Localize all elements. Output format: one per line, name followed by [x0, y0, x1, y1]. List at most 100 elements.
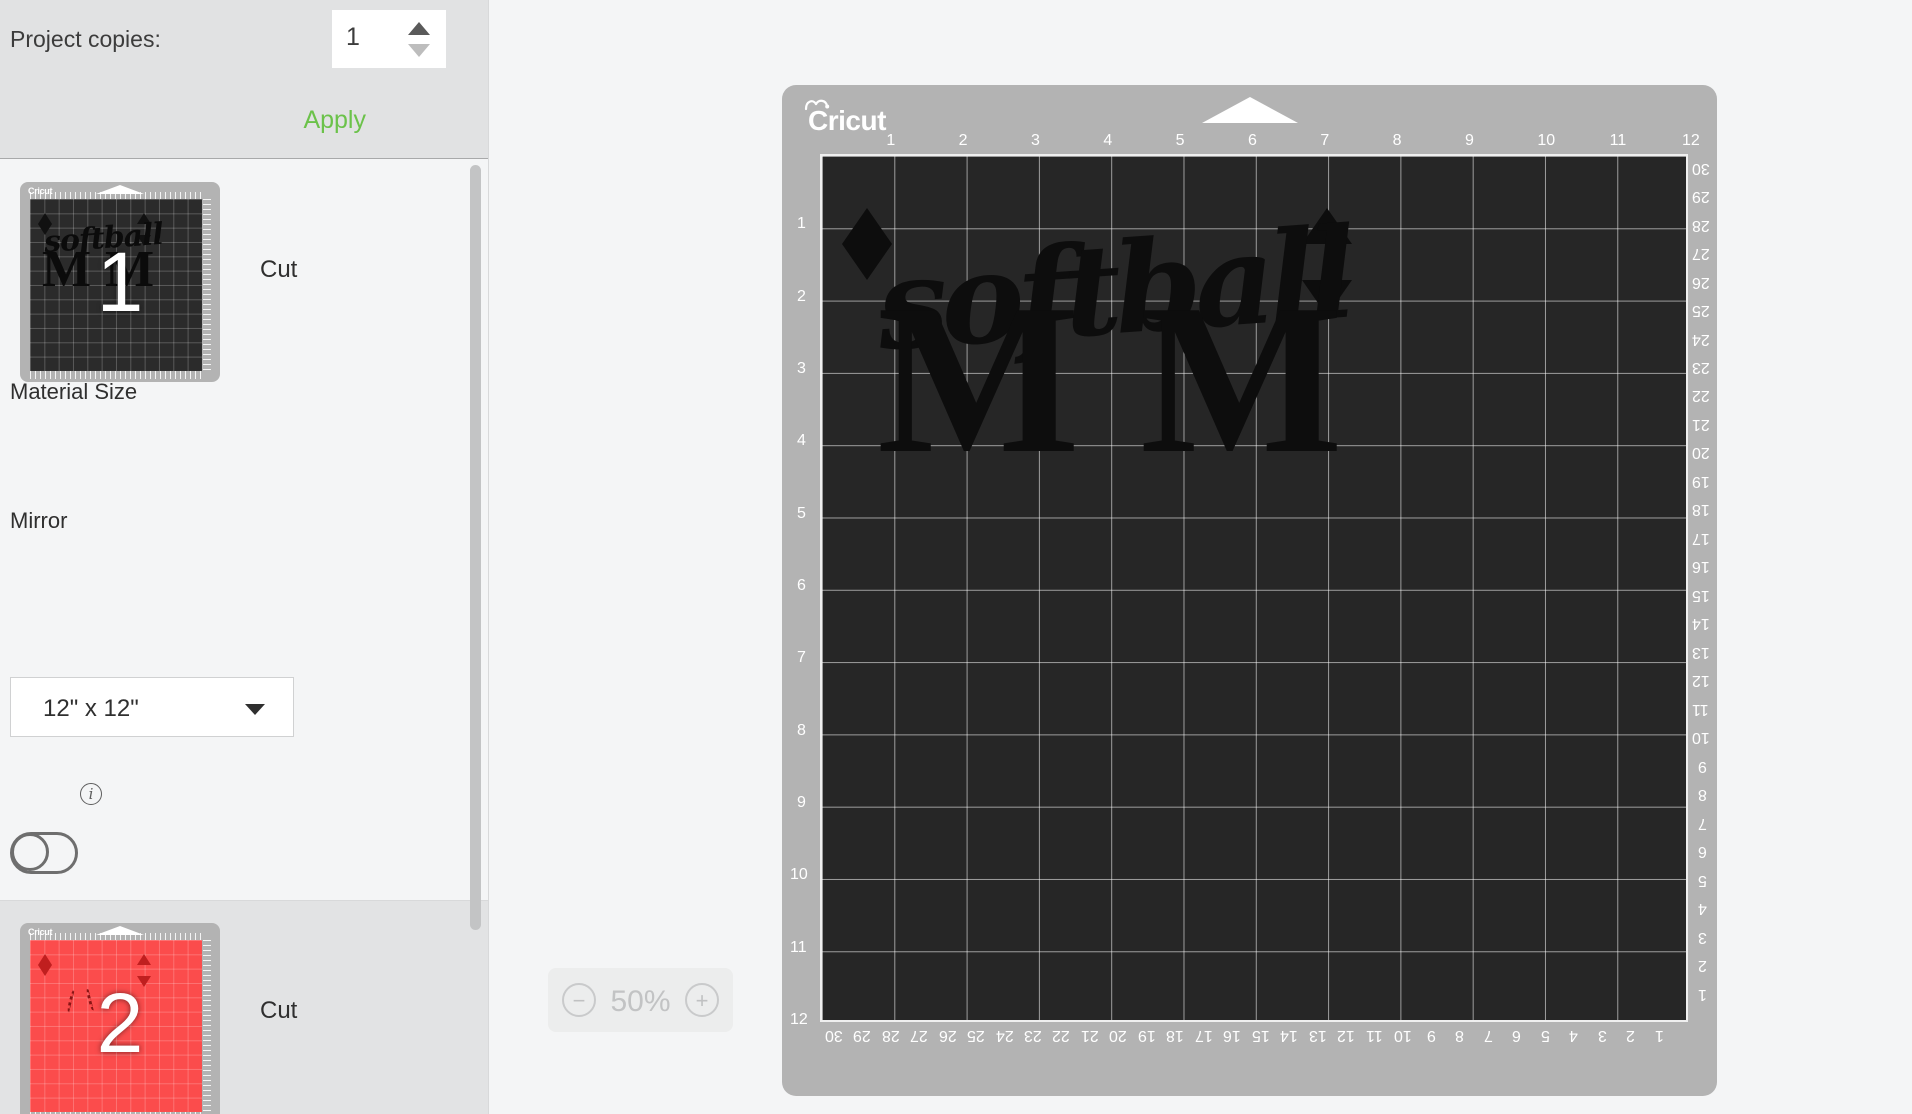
cutting-mat[interactable]: Cricut 1 2 3 4 5 6 7 8 9 10 11 12 1 2 3 4 5 6 7 8 9 10 11 12 3… [782, 85, 1717, 1096]
ruler-tick-top: 6 [1248, 132, 1257, 149]
thumb-diamond-left-bottom [38, 965, 52, 976]
ruler-tick-bottom: 4 [1569, 1027, 1578, 1044]
ruler-tick-left: 4 [797, 432, 806, 450]
ruler-tick-right: 29 [1692, 188, 1710, 206]
ruler-tick-bottom: 12 [1337, 1027, 1356, 1044]
project-copies-value[interactable]: 1 [346, 23, 360, 52]
zoom-control: − 50% + [548, 968, 733, 1032]
zoom-in-button[interactable]: + [685, 983, 719, 1017]
ruler-tick-right: 27 [1692, 245, 1710, 263]
ruler-tick-bottom: 3 [1597, 1027, 1607, 1044]
ruler-tick-bottom: 25 [967, 1027, 985, 1044]
project-copies-stepper[interactable]: 1 [332, 10, 446, 68]
cricut-design-space-window: Project copies: 1 Apply Cricut softball … [0, 0, 1912, 1114]
ruler-tick-right: 3 [1698, 928, 1707, 946]
ruler-tick-left: 6 [797, 577, 806, 594]
ruler-tick-right: 14 [1692, 615, 1710, 633]
mat-preview-canvas: Cricut 1 2 3 4 5 6 7 8 9 10 11 12 1 2 3 4 5 6 7 8 9 10 11 12 3… [489, 0, 1912, 1114]
ruler-tick-right: 9 [1698, 757, 1707, 775]
ruler-tick-bottom: 16 [1223, 1027, 1242, 1044]
ruler-tick-right: 8 [1698, 786, 1707, 804]
ruler-tick-top: 11 [1609, 132, 1627, 149]
thumb-diamond-right-top [137, 954, 151, 965]
thumb-letter-left: M [42, 241, 92, 298]
info-icon[interactable]: i [80, 783, 102, 805]
ruler-tick-bottom: 7 [1483, 1027, 1493, 1044]
ruler-tick-bottom: 14 [1280, 1027, 1299, 1044]
mat-list-item-1[interactable]: Cricut softball M M 1 Cut Material Size … [0, 160, 488, 901]
ruler-tick-bottom: 29 [853, 1027, 871, 1044]
ruler-tick-right: 30 [1692, 159, 1710, 177]
ruler-tick-left: 1 [797, 215, 806, 233]
project-copies-header: Project copies: 1 Apply [0, 0, 488, 159]
ruler-tick-bottom: 17 [1194, 1027, 1213, 1044]
mat-list: Cricut softball M M 1 Cut Material Size … [0, 160, 488, 1114]
ruler-tick-left: 10 [790, 866, 808, 884]
mirror-toggle[interactable] [10, 832, 78, 874]
ruler-tick-right: 11 [1692, 700, 1709, 718]
ruler-tick-left: 11 [790, 938, 807, 956]
ruler-tick-top: 9 [1465, 132, 1474, 149]
ruler-tick-right: 13 [1692, 643, 1710, 661]
ruler-tick-bottom: 21 [1080, 1027, 1099, 1044]
ruler-tick-left: 2 [797, 287, 806, 305]
mat-list-item-2[interactable]: Cricut 2 Cut [0, 901, 488, 1114]
mat-cut-surface[interactable]: softball M M [820, 154, 1688, 1022]
ruler-left: 1 2 3 4 5 6 7 8 9 10 11 12 [790, 154, 818, 1028]
sidebar-scrollbar-thumb[interactable] [470, 165, 481, 930]
ruler-tick-bottom: 22 [1052, 1027, 1071, 1044]
ruler-tick-bottom: 10 [1394, 1027, 1413, 1044]
ruler-tick-left: 8 [797, 721, 806, 739]
caret-down-icon[interactable] [408, 44, 430, 57]
ruler-tick-bottom: 5 [1540, 1027, 1550, 1044]
thumb-ruler-right [203, 940, 211, 1112]
ruler-tick-left: 9 [797, 794, 806, 811]
chevron-down-icon [245, 704, 265, 715]
ruler-tick-top: 4 [1103, 132, 1113, 149]
ruler-tick-bottom: 26 [938, 1027, 957, 1044]
thumb-diamond-left-top [38, 213, 52, 224]
ruler-tick-right: 6 [1698, 843, 1707, 861]
ruler-tick-right: 23 [1692, 359, 1710, 376]
material-size-dropdown[interactable]: 12" x 12" [10, 677, 294, 737]
ruler-tick-top: 2 [958, 132, 968, 149]
material-size-value: 12" x 12" [43, 695, 139, 722]
ruler-tick-right: 2 [1698, 957, 1707, 975]
ruler-tick-bottom: 20 [1109, 1027, 1128, 1044]
ruler-tick-left: 3 [797, 360, 806, 377]
material-size-label: Material Size [10, 379, 138, 404]
ruler-tick-bottom: 18 [1166, 1027, 1185, 1044]
mat-thumbnail-1[interactable]: Cricut softball M M 1 [20, 182, 220, 382]
thumb-ruler-bottom [30, 371, 202, 379]
ruler-tick-right: 1 [1698, 985, 1707, 1003]
project-copies-label: Project copies: [10, 26, 161, 52]
mirror-label: Mirror [10, 508, 68, 533]
ruler-tick-bottom: 28 [881, 1027, 900, 1044]
mat-thumbnail-2[interactable]: Cricut 2 [20, 923, 220, 1114]
prepare-sidebar: Project copies: 1 Apply Cricut softball … [0, 0, 489, 1114]
ruler-right: 30 29 28 27 26 25 24 23 22 21 20 19 18 17 16 15 14 13 12 11… [1690, 154, 1716, 1022]
ruler-tick-right: 16 [1692, 558, 1710, 576]
ruler-tick-bottom: 19 [1137, 1027, 1156, 1044]
ruler-tick-right: 4 [1698, 900, 1707, 918]
ruler-tick-right: 7 [1698, 814, 1707, 832]
ruler-tick-right: 26 [1692, 273, 1710, 291]
ruler-top: 1 2 3 4 5 6 7 8 9 10 11 12 [820, 130, 1699, 152]
ruler-tick-bottom: 11 [1365, 1027, 1383, 1044]
ruler-tick-top: 7 [1320, 132, 1330, 149]
ruler-tick-right: 25 [1692, 302, 1710, 320]
mirror-toggle-knob [11, 833, 49, 871]
ruler-tick-bottom: 2 [1626, 1027, 1635, 1044]
ruler-tick-top: 3 [1031, 132, 1040, 149]
ruler-tick-right: 5 [1698, 871, 1707, 889]
sidebar-scrollbar[interactable] [470, 165, 481, 1045]
caret-up-icon[interactable] [408, 22, 430, 35]
ruler-tick-top: 8 [1392, 132, 1402, 149]
ruler-tick-bottom: 30 [824, 1027, 843, 1044]
mat-action-2: Cut [260, 997, 298, 1024]
apply-button[interactable]: Apply [303, 106, 366, 135]
ruler-tick-right: 20 [1692, 444, 1710, 462]
ruler-tick-bottom: 6 [1512, 1027, 1522, 1044]
ruler-tick-right: 22 [1692, 387, 1710, 405]
ruler-tick-right: 28 [1692, 216, 1710, 234]
